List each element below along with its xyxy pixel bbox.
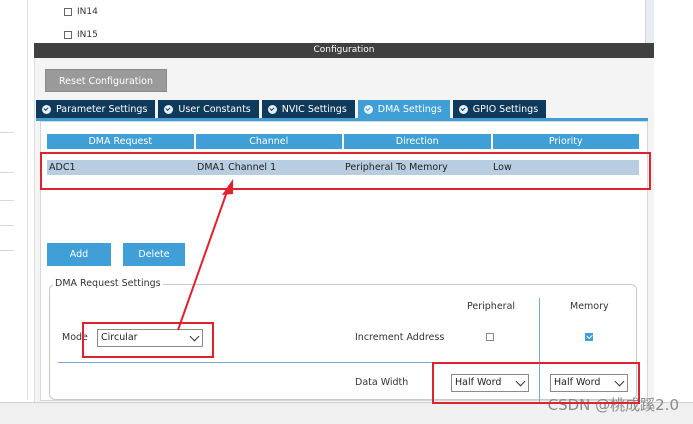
annotation-arrow [177,179,233,331]
arrow-head [222,179,233,195]
arrow-line [177,185,230,331]
